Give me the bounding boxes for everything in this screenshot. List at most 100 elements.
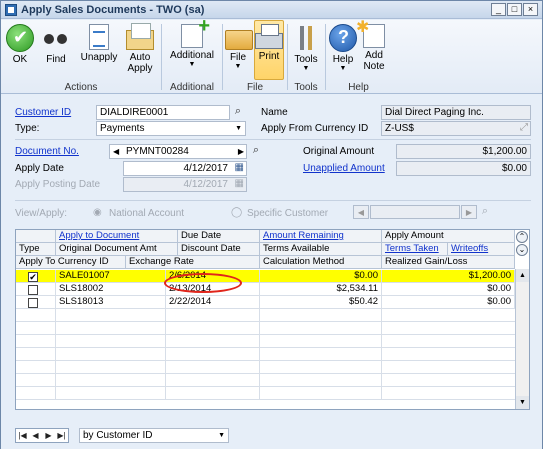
ok-label: OK [12, 54, 28, 65]
tools-button[interactable]: Tools ▼ [290, 20, 322, 80]
unapply-button[interactable]: Unapply [77, 20, 121, 80]
help-icon [329, 24, 357, 52]
table-row[interactable]: ✔ SALE01007 2/6/2014 $0.00 $1,200.00 [16, 270, 515, 283]
calendar-icon[interactable]: ▦ [235, 162, 244, 173]
previous-record-icon[interactable]: ◀ [29, 429, 42, 442]
unapplied-amount-field: $0.00 [396, 161, 531, 176]
type-label: Type: [15, 123, 40, 134]
additional-button[interactable]: Additional ▼ [165, 15, 219, 80]
chevron-down-icon: ▼ [235, 125, 242, 132]
help-label: Help [332, 54, 354, 65]
empty-row [16, 348, 515, 361]
ribbon-separator [287, 24, 288, 90]
apply-checkbox[interactable]: ✔ [28, 272, 38, 282]
auto-apply-button[interactable]: Auto Apply [123, 20, 157, 80]
help-button[interactable]: Help ▼ [328, 20, 358, 80]
unapplied-amount-link[interactable]: Unapplied Amount [303, 163, 385, 174]
apply-to-currency-header: Apply To Currency ID [16, 256, 126, 269]
additional-label: Additional [170, 50, 214, 61]
apply-amount-cell[interactable]: $0.00 [382, 283, 515, 296]
ribbon-toolbar: OK Find Unapply Auto Apply Actions Addit… [1, 15, 542, 94]
print-button[interactable]: Print [254, 20, 284, 80]
divider [15, 139, 531, 140]
print-label: Print [258, 51, 280, 62]
customer-id-link[interactable]: Customer ID [15, 107, 71, 118]
grid-vertical-scrollbar[interactable]: ▲ ▼ [515, 269, 529, 409]
collapse-rows-icon[interactable]: ⌃ [516, 231, 528, 243]
national-account-radio[interactable]: ◉ [93, 207, 102, 218]
apply-amount-header: Apply Amount [382, 230, 515, 243]
apply-documents-grid: Apply to Document Due Date Amount Remain… [15, 229, 530, 410]
group-tools-label: Tools [294, 82, 318, 93]
scroll-up-arrow[interactable]: ▲ [516, 269, 529, 282]
currency-expand-icon[interactable]: ⤢ [520, 122, 528, 133]
next-record-icon[interactable]: ▶ [42, 429, 55, 442]
minimize-button[interactable]: _ [491, 3, 506, 16]
national-lookup-prev: ◀ [353, 205, 369, 219]
chevron-down-icon: ▼ [339, 65, 347, 72]
chevron-down-icon: ▼ [188, 61, 196, 68]
type-select[interactable]: Payments ▼ [96, 121, 246, 136]
exchange-rate-header: Exchange Rate [126, 256, 260, 269]
chevron-down-icon: ▼ [218, 432, 225, 439]
tools-icon [292, 24, 320, 52]
document-no-value: PYMNT00284 [126, 146, 189, 157]
apply-sales-documents-window: Apply Sales Documents - TWO (sa) _ □ × O… [0, 0, 543, 449]
apply-amount-cell[interactable]: $0.00 [382, 296, 515, 309]
calculation-method-header: Calculation Method [260, 256, 382, 269]
ok-button[interactable]: OK [5, 20, 35, 80]
realized-gain-loss-header: Realized Gain/Loss [382, 256, 515, 269]
bottom-nav-bar: |◀ ◀ ▶ ▶| by Customer ID ▼ [1, 415, 542, 449]
customer-lookup-icon[interactable]: ⌕ [230, 105, 246, 120]
unapply-document-icon [89, 24, 109, 50]
previous-document-icon[interactable]: ◀ [113, 146, 119, 157]
document-no-field[interactable]: ◀ PYMNT00284 ▶ [109, 144, 247, 159]
apply-checkbox[interactable] [28, 298, 38, 308]
note-icon [356, 17, 385, 48]
original-amount-label: Original Amount [303, 146, 375, 157]
add-note-button[interactable]: Add Note [356, 17, 389, 80]
window-title: Apply Sales Documents - TWO (sa) [21, 4, 205, 16]
file-button[interactable]: File ▼ [225, 20, 253, 80]
apply-posting-date-label: Apply Posting Date [15, 179, 101, 190]
close-button[interactable]: × [523, 3, 538, 16]
table-row[interactable]: SLS18013 2/22/2014 $50.42 $0.00 [16, 296, 515, 309]
document-cell: SLS18013 [56, 296, 166, 309]
empty-row [16, 335, 515, 348]
next-document-icon[interactable]: ▶ [238, 146, 244, 157]
envelope-icon [126, 23, 154, 50]
specific-customer-radio[interactable]: ◯ [231, 207, 242, 218]
first-record-icon[interactable]: |◀ [16, 429, 29, 442]
auto-apply-label: Auto Apply [127, 52, 153, 74]
due-date-header: Due Date [178, 230, 260, 243]
expand-rows-icon[interactable]: ⌄ [516, 244, 528, 256]
maximize-button[interactable]: □ [507, 3, 522, 16]
folder-icon [225, 30, 253, 50]
writeoffs-header[interactable]: Writeoffs [448, 243, 515, 256]
scroll-down-arrow[interactable]: ▼ [516, 396, 529, 409]
group-additional-label: Additional [170, 82, 214, 93]
chevron-down-icon: ▼ [302, 65, 310, 72]
find-button[interactable]: Find [41, 20, 71, 80]
document-lookup-icon[interactable]: ⌕ [248, 144, 264, 159]
ribbon-separator [161, 24, 162, 90]
apply-date-field[interactable]: 4/12/2017 ▦ [123, 161, 247, 176]
sort-by-select[interactable]: by Customer ID ▼ [79, 428, 229, 443]
record-navigator: |◀ ◀ ▶ ▶| [15, 428, 69, 443]
empty-row [16, 374, 515, 387]
amount-remaining-header[interactable]: Amount Remaining [260, 230, 382, 243]
apply-to-document-header[interactable]: Apply to Document [56, 230, 178, 243]
national-lookup-icon: ⌕ [481, 205, 489, 217]
document-no-link[interactable]: Document No. [15, 146, 79, 157]
terms-taken-header[interactable]: Terms Taken [382, 243, 448, 256]
last-record-icon[interactable]: ▶| [55, 429, 68, 442]
ribbon-separator [222, 24, 223, 90]
apply-checkbox[interactable] [28, 285, 38, 295]
customer-id-field[interactable]: DIALDIRE0001 [96, 105, 230, 120]
remaining-cell: $2,534.11 [260, 283, 382, 296]
checkmark-icon [6, 24, 34, 52]
apply-from-currency-label: Apply From Currency ID [261, 123, 369, 134]
apply-amount-cell[interactable]: $1,200.00 [382, 270, 515, 283]
table-row[interactable]: SLS18002 2/13/2014 $2,534.11 $0.00 [16, 283, 515, 296]
customer-name-field: Dial Direct Paging Inc. [381, 105, 531, 120]
